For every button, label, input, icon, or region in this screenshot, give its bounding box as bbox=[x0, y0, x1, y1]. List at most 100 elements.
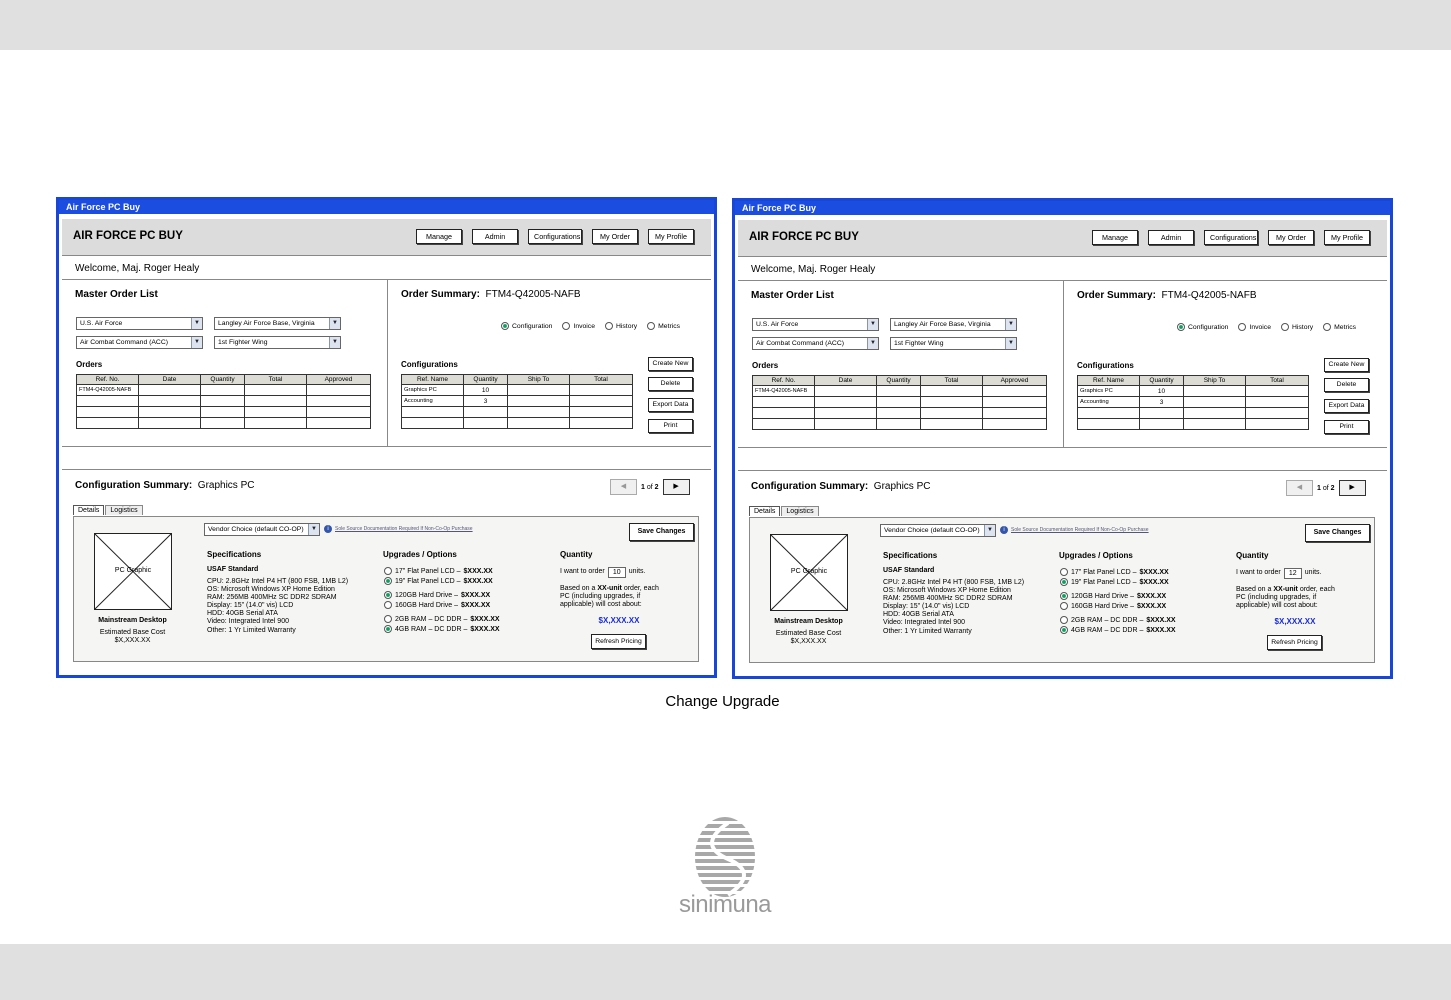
column-header[interactable]: Ref. No. bbox=[76, 374, 139, 385]
column-header[interactable]: Quantity bbox=[463, 374, 508, 385]
print-button[interactable]: Print bbox=[648, 419, 693, 433]
column-header[interactable]: Date bbox=[814, 375, 877, 386]
column-header[interactable]: Ship To bbox=[507, 374, 570, 385]
column-header[interactable]: Total bbox=[1245, 375, 1309, 386]
prev-page-button[interactable]: ◀ bbox=[1286, 480, 1313, 496]
column-header[interactable]: Total bbox=[244, 374, 307, 385]
branch-select[interactable]: U.S. Air Force ▼ bbox=[752, 318, 879, 331]
wing-select[interactable]: 1st Fighter Wing ▼ bbox=[214, 336, 341, 349]
nav-configurations-button[interactable]: Configurations bbox=[1204, 230, 1258, 245]
next-page-button[interactable]: ▶ bbox=[662, 479, 690, 495]
radio-invoice[interactable]: Invoice bbox=[1238, 323, 1271, 331]
nav-admin-button[interactable]: Admin bbox=[472, 229, 518, 244]
radio-history[interactable]: History bbox=[1280, 323, 1313, 331]
create-new-button[interactable]: Create New bbox=[1324, 358, 1369, 372]
upgrade-option[interactable]: 17" Flat Panel LCD – $XXX.XX bbox=[1060, 568, 1169, 576]
column-header[interactable]: Ref. Name bbox=[401, 374, 464, 385]
column-header[interactable]: Total bbox=[920, 375, 983, 386]
upgrade-option[interactable]: 19" Flat Panel LCD – $XXX.XX bbox=[384, 577, 493, 585]
column-header[interactable]: Total bbox=[569, 374, 633, 385]
radio-configuration[interactable]: Configuration bbox=[501, 322, 552, 330]
column-header[interactable]: Ship To bbox=[1183, 375, 1246, 386]
upgrade-option[interactable]: 2GB RAM – DC DDR – $XXX.XX bbox=[1060, 616, 1176, 624]
table-row[interactable]: Accounting 3 bbox=[1077, 396, 1309, 408]
export-data-button[interactable]: Export Data bbox=[1324, 399, 1369, 413]
wing-select[interactable]: 1st Fighter Wing ▼ bbox=[890, 337, 1017, 350]
table-row[interactable] bbox=[1077, 407, 1309, 419]
tab-details[interactable]: Details bbox=[73, 505, 105, 515]
vendor-select[interactable]: Vendor Choice (default CO-OP) ▼ bbox=[204, 523, 320, 536]
upgrade-option[interactable]: 120GB Hard Drive – $XXX.XX bbox=[1060, 592, 1166, 600]
create-new-button[interactable]: Create New bbox=[648, 357, 693, 371]
radio-invoice[interactable]: Invoice bbox=[562, 322, 595, 330]
doc-note[interactable]: i Sole Source Documentation Required If N… bbox=[1000, 526, 1149, 534]
upgrade-option[interactable]: 4GB RAM – DC DDR – $XXX.XX bbox=[1060, 626, 1176, 634]
refresh-pricing-button[interactable]: Refresh Pricing bbox=[1267, 635, 1322, 650]
column-header[interactable]: Approved bbox=[982, 375, 1047, 386]
table-row[interactable]: FTM4-Q42005-NAFB bbox=[76, 384, 371, 396]
upgrade-option[interactable]: 4GB RAM – DC DDR – $XXX.XX bbox=[384, 625, 500, 633]
nav-my-profile-button[interactable]: My Profile bbox=[648, 229, 694, 244]
doc-note[interactable]: i Sole Source Documentation Required If N… bbox=[324, 525, 473, 533]
column-header[interactable]: Ref. No. bbox=[752, 375, 815, 386]
upgrade-option[interactable]: 2GB RAM – DC DDR – $XXX.XX bbox=[384, 615, 500, 623]
column-header[interactable]: Ref. Name bbox=[1077, 375, 1140, 386]
branch-select[interactable]: U.S. Air Force ▼ bbox=[76, 317, 203, 330]
radio-configuration[interactable]: Configuration bbox=[1177, 323, 1228, 331]
save-changes-button[interactable]: Save Changes bbox=[1305, 524, 1370, 542]
delete-button[interactable]: Delete bbox=[648, 377, 693, 391]
nav-configurations-button[interactable]: Configurations bbox=[528, 229, 582, 244]
base-select[interactable]: Langley Air Force Base, Virginia ▼ bbox=[214, 317, 341, 330]
table-row[interactable] bbox=[752, 407, 1047, 419]
nav-my-order-button[interactable]: My Order bbox=[1268, 230, 1314, 245]
command-select[interactable]: Air Combat Command (ACC) ▼ bbox=[76, 336, 203, 349]
print-button[interactable]: Print bbox=[1324, 420, 1369, 434]
upgrade-option[interactable]: 120GB Hard Drive – $XXX.XX bbox=[384, 591, 490, 599]
nav-manage-button[interactable]: Manage bbox=[416, 229, 462, 244]
table-row[interactable]: FTM4-Q42005-NAFB bbox=[752, 385, 1047, 397]
refresh-pricing-button[interactable]: Refresh Pricing bbox=[591, 634, 646, 649]
delete-button[interactable]: Delete bbox=[1324, 378, 1369, 392]
doc-note-link[interactable]: Sole Source Documentation Required If No… bbox=[335, 526, 473, 532]
table-row[interactable] bbox=[752, 418, 1047, 430]
nav-admin-button[interactable]: Admin bbox=[1148, 230, 1194, 245]
table-row[interactable]: Graphics PC 10 bbox=[1077, 385, 1309, 397]
nav-my-profile-button[interactable]: My Profile bbox=[1324, 230, 1370, 245]
tab-logistics[interactable]: Logistics bbox=[781, 506, 819, 516]
column-header[interactable]: Date bbox=[138, 374, 201, 385]
table-row[interactable] bbox=[752, 396, 1047, 408]
base-select[interactable]: Langley Air Force Base, Virginia ▼ bbox=[890, 318, 1017, 331]
nav-my-order-button[interactable]: My Order bbox=[592, 229, 638, 244]
doc-note-link[interactable]: Sole Source Documentation Required If No… bbox=[1011, 527, 1149, 533]
radio-metrics[interactable]: Metrics bbox=[1323, 323, 1356, 331]
upgrade-option[interactable]: 17" Flat Panel LCD – $XXX.XX bbox=[384, 567, 493, 575]
table-row[interactable] bbox=[1077, 418, 1309, 430]
table-row[interactable] bbox=[401, 417, 633, 429]
radio-metrics[interactable]: Metrics bbox=[647, 322, 680, 330]
tab-logistics[interactable]: Logistics bbox=[105, 505, 143, 515]
upgrade-option[interactable]: 160GB Hard Drive – $XXX.XX bbox=[1060, 602, 1166, 610]
table-row[interactable] bbox=[76, 406, 371, 418]
radio-history[interactable]: History bbox=[604, 322, 637, 330]
next-page-button[interactable]: ▶ bbox=[1338, 480, 1366, 496]
column-header[interactable]: Quantity bbox=[876, 375, 921, 386]
save-changes-button[interactable]: Save Changes bbox=[629, 523, 694, 541]
table-row[interactable]: Accounting 3 bbox=[401, 395, 633, 407]
command-select[interactable]: Air Combat Command (ACC) ▼ bbox=[752, 337, 879, 350]
table-row[interactable] bbox=[76, 417, 371, 429]
column-header[interactable]: Quantity bbox=[1139, 375, 1184, 386]
tab-details[interactable]: Details bbox=[749, 506, 781, 516]
nav-manage-button[interactable]: Manage bbox=[1092, 230, 1138, 245]
prev-page-button[interactable]: ◀ bbox=[610, 479, 637, 495]
vendor-select[interactable]: Vendor Choice (default CO-OP) ▼ bbox=[880, 524, 996, 537]
table-row[interactable] bbox=[76, 395, 371, 407]
quantity-input[interactable]: 10 bbox=[607, 567, 626, 578]
upgrade-option[interactable]: 160GB Hard Drive – $XXX.XX bbox=[384, 601, 490, 609]
upgrade-option[interactable]: 19" Flat Panel LCD – $XXX.XX bbox=[1060, 578, 1169, 586]
table-row[interactable] bbox=[401, 406, 633, 418]
quantity-input[interactable]: 12 bbox=[1283, 568, 1302, 579]
column-header[interactable]: Quantity bbox=[200, 374, 245, 385]
export-data-button[interactable]: Export Data bbox=[648, 398, 693, 412]
column-header[interactable]: Approved bbox=[306, 374, 371, 385]
table-row[interactable]: Graphics PC 10 bbox=[401, 384, 633, 396]
